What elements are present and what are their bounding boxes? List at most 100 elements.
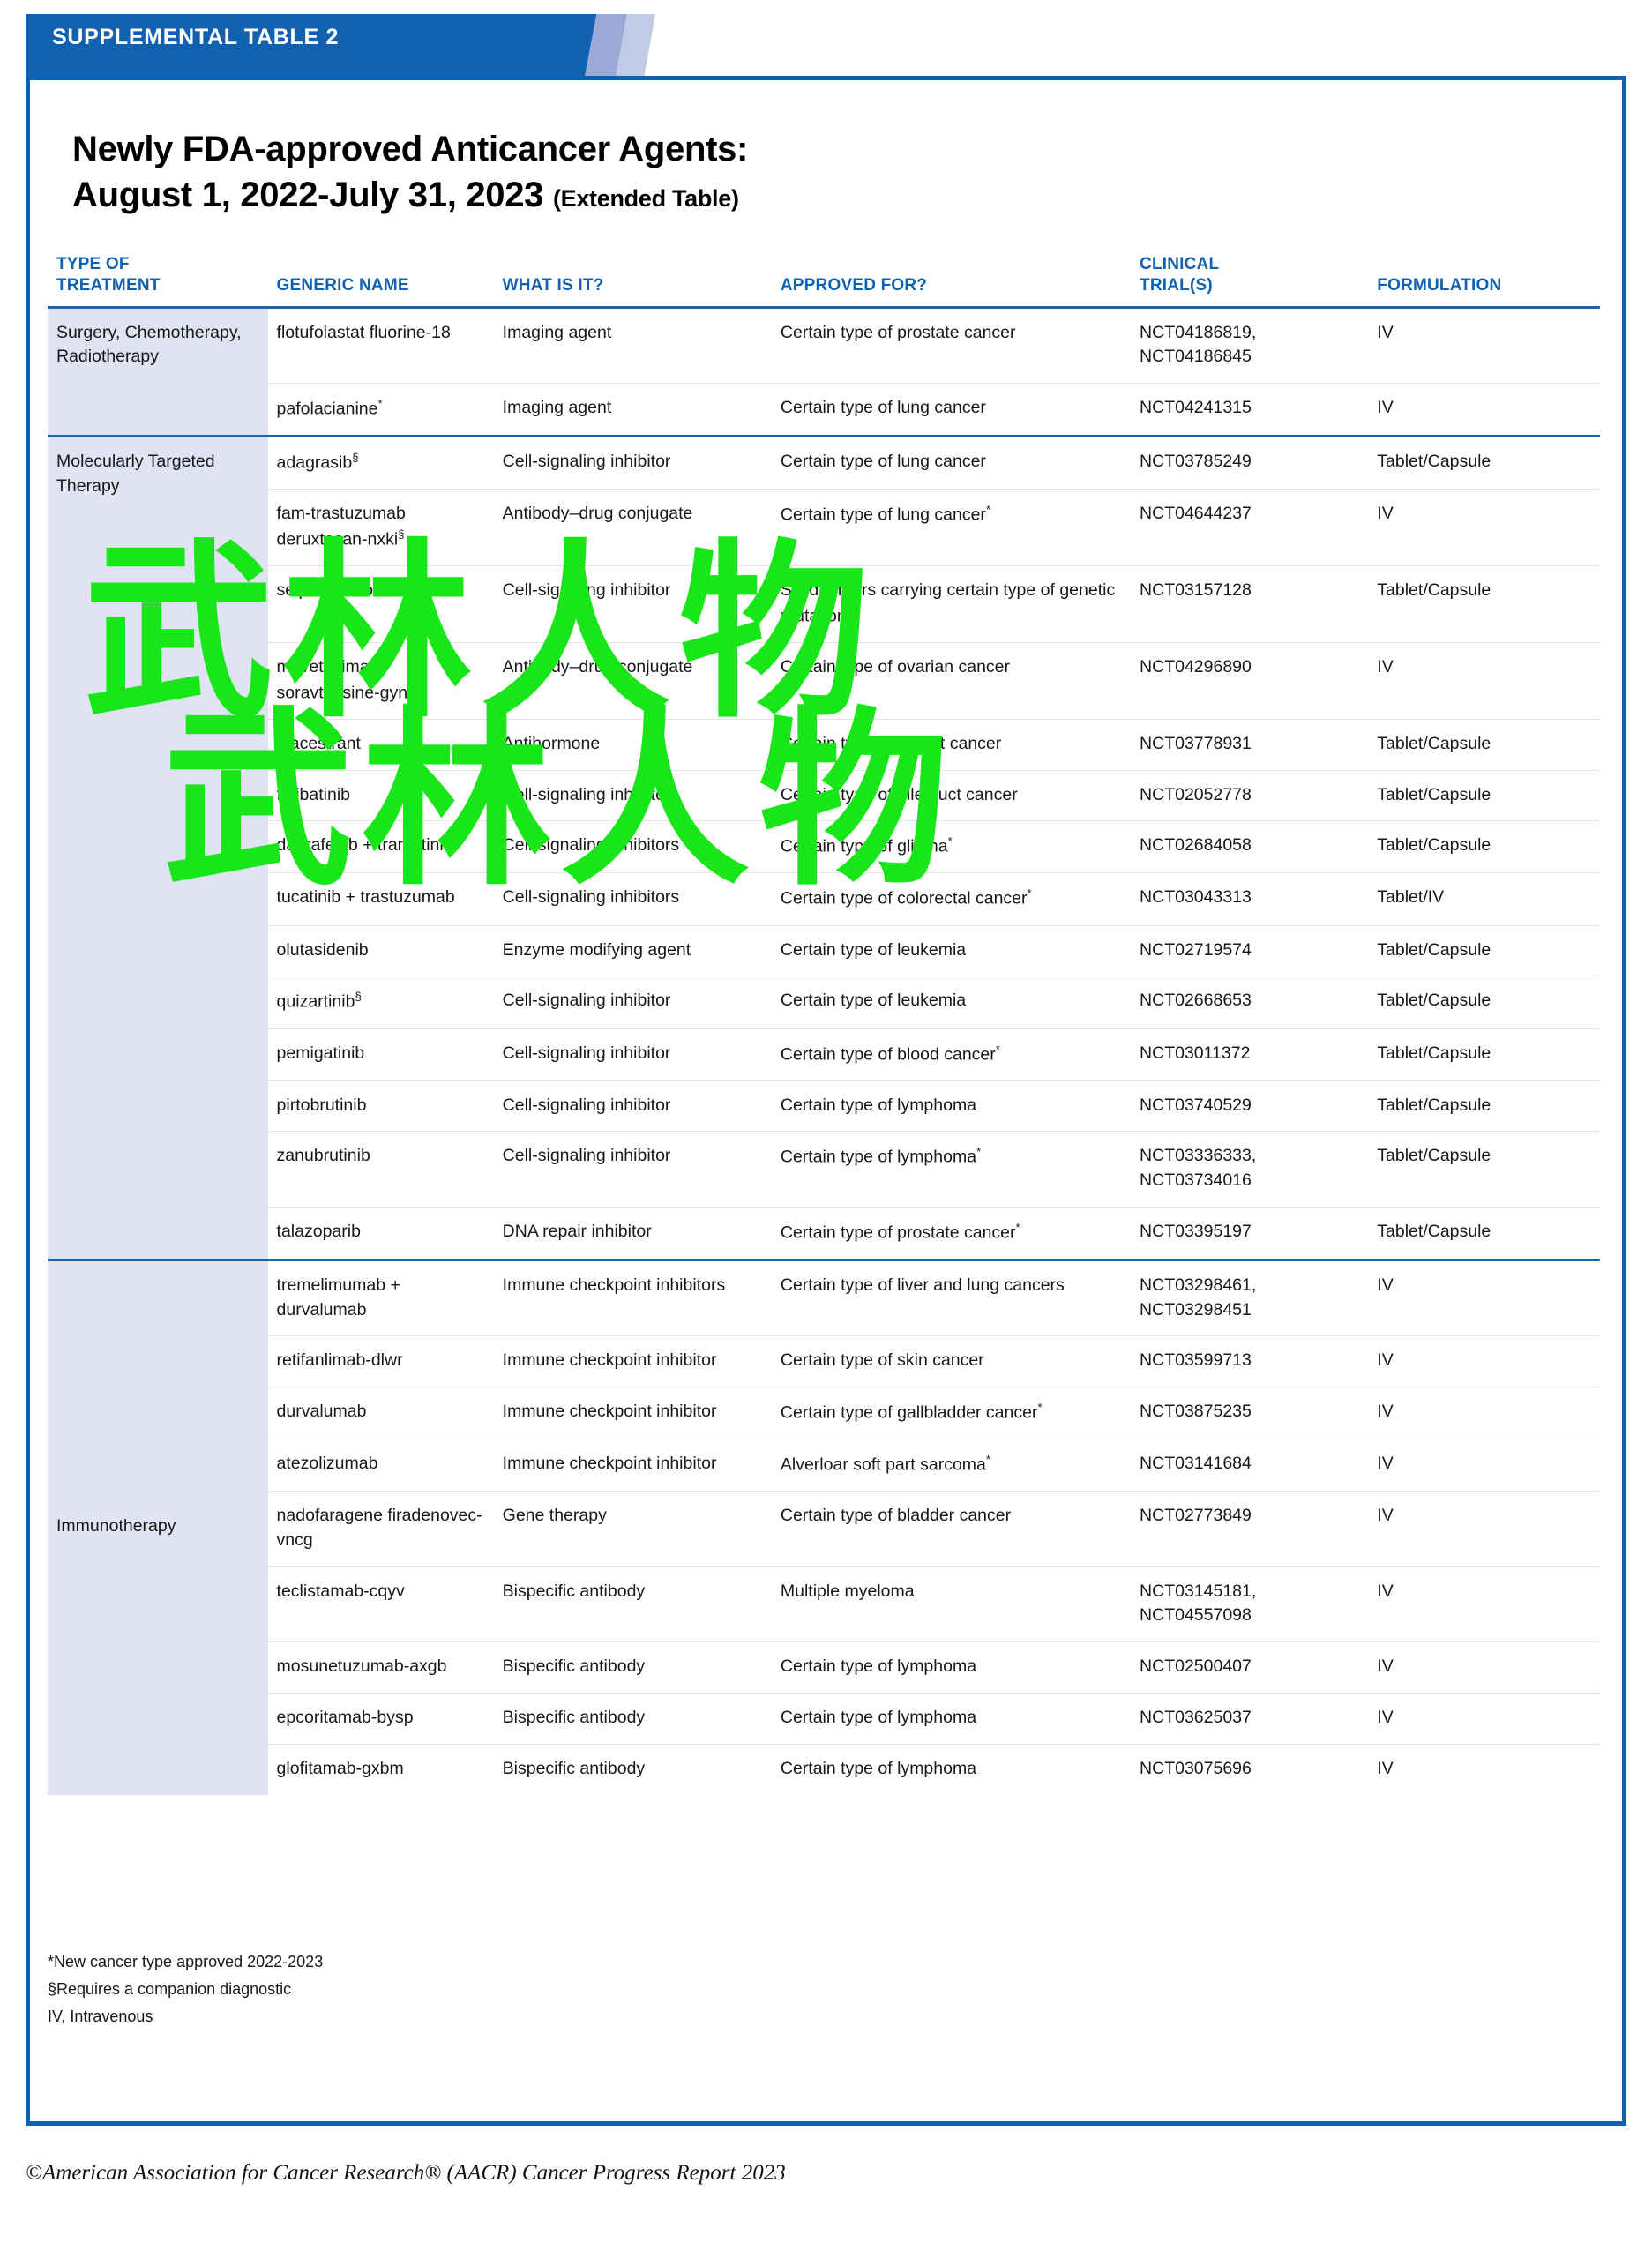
what-is-it-cell: Cell-signaling inhibitor: [493, 1131, 772, 1208]
approved-for-cell: Certain type of lung cancer: [771, 435, 1132, 490]
approved-for-cell: Certain type of lymphoma: [771, 1080, 1132, 1133]
table-row: mosunetuzumab-axgb Bispecific antibody Cer…: [48, 1641, 1600, 1694]
generic-name-cell: flotufolastat fluorine-18: [267, 305, 494, 384]
approved-for-cell: Certain type of bile duct cancer: [771, 770, 1132, 822]
table-row: selpercatinib Cell-signaling inhibitor Sol…: [48, 565, 1600, 643]
table-row: pafolacianine* Imaging agent Certain type …: [48, 383, 1600, 437]
formulation-cell: IV: [1368, 1439, 1600, 1492]
formulation-cell: Tablet/Capsule: [1368, 435, 1600, 490]
clinical-trials-cell: NCT03395197: [1131, 1207, 1369, 1260]
table-row: Molecularly Targeted Therapy adagrasib§ Ce…: [48, 435, 1600, 1260]
approved-for-cell: Certain type of blood cancer*: [771, 1028, 1132, 1081]
formulation-cell: Tablet/Capsule: [1368, 565, 1600, 643]
what-is-it-cell: Enzyme modifying agent: [493, 925, 772, 977]
title-suffix: (Extended Table): [552, 185, 739, 212]
formulation-cell: Tablet/Capsule: [1368, 770, 1600, 822]
col-header-generic-name: GENERIC NAME: [276, 276, 409, 295]
generic-name-cell: pirtobrutinib: [267, 1080, 494, 1133]
formulation-cell: Tablet/Capsule: [1368, 1080, 1600, 1133]
formulation-cell: IV: [1368, 305, 1600, 384]
generic-name-cell: nadofaragene firadenovec-vncg: [267, 1491, 494, 1567]
copyright-line: ©American Association for Cancer Researc…: [26, 2161, 786, 2185]
formulation-cell: IV: [1368, 1335, 1600, 1387]
generic-name-cell: talazoparib: [267, 1207, 494, 1260]
clinical-trials-cell: NCT03599713: [1131, 1335, 1369, 1387]
what-is-it-cell: Cell-signaling inhibitor: [493, 1080, 772, 1133]
formulation-cell: IV: [1368, 1258, 1600, 1337]
title-line-2: August 1, 2022-July 31, 2023 (Extended T…: [72, 172, 1307, 218]
generic-name-cell: zanubrutinib: [267, 1131, 494, 1208]
formulation-cell: IV: [1368, 1641, 1600, 1694]
what-is-it-cell: DNA repair inhibitor: [493, 1207, 772, 1260]
col-header-clinical-trials: CLINICAL TRIAL(S): [1131, 243, 1368, 307]
treatment-category-cell: Molecularly Targeted Therapy: [48, 435, 268, 1260]
approved-for-cell: Certain type of lymphoma: [771, 1641, 1132, 1694]
banner-label: SUPPLEMENTAL TABLE 2: [52, 25, 340, 49]
what-is-it-cell: Imaging agent: [493, 383, 772, 437]
what-is-it-cell: Antihormone: [493, 719, 772, 771]
what-is-it-cell: Cell-signaling inhibitor: [493, 770, 772, 822]
what-is-it-cell: Antibody–drug conjugate: [493, 489, 772, 567]
formulation-cell: IV: [1368, 489, 1600, 567]
generic-name-cell: tucatinib + trastuzumab: [267, 872, 494, 926]
title-daterange: August 1, 2022-July 31, 2023: [72, 176, 544, 214]
generic-name-cell: tremelimumab + durvalumab: [267, 1258, 494, 1337]
approved-for-cell: Certain type of lung cancer: [771, 383, 1132, 437]
generic-name-cell: teclistamab-cqyv: [267, 1566, 494, 1643]
generic-name-cell: mosunetuzumab-axgb: [267, 1641, 494, 1694]
table-body: Surgery, Chemotherapy, Radiotherapy flotu…: [48, 305, 1600, 1795]
approved-for-cell: Certain type of lymphoma: [780, 1758, 977, 1778]
title-line-1: Newly FDA-approved Anticancer Agents:: [72, 130, 749, 168]
formulation-cell: Tablet/Capsule: [1368, 976, 1600, 1029]
formulation-cell: IV: [1368, 642, 1600, 720]
what-is-it-cell: Immune checkpoint inhibitor: [493, 1335, 772, 1387]
formulation-cell: Tablet/Capsule: [1368, 719, 1600, 771]
clinical-trials-cell: NCT03011372: [1131, 1028, 1369, 1081]
table-row: nadofaragene firadenovec-vncg Gene therap…: [48, 1491, 1600, 1567]
approved-for-cell: Certain type of lung cancer*: [771, 489, 1132, 567]
what-is-it-cell: Cell-signaling inhibitor: [493, 976, 772, 1029]
approved-for-cell: Certain type of prostate cancer: [771, 305, 1132, 384]
what-is-it-cell: Gene therapy: [493, 1491, 772, 1567]
table-row: futibatinib Cell-signaling inhibitor Certa…: [48, 770, 1600, 822]
formulation-cell: IV: [1368, 383, 1600, 437]
generic-name-cell: selpercatinib: [267, 565, 494, 643]
approved-for-cell: Certain type of lymphoma: [771, 1693, 1132, 1745]
clinical-trials-cell: NCT02052778: [1131, 770, 1369, 822]
clinical-trials-cell: NCT04644237: [1131, 489, 1369, 567]
generic-name-cell: durvalumab: [267, 1387, 494, 1440]
approved-for-cell: Certain type of gallbladder cancer*: [771, 1387, 1132, 1440]
col-header-type-line2: TREATMENT: [56, 276, 161, 295]
col-header-trials-line1: CLINICAL: [1140, 254, 1220, 273]
approved-for-cell: Certain type of prostate cancer*: [771, 1207, 1132, 1260]
table-row: teclistamab-cqyv Bispecific antibody Multi…: [48, 1566, 1600, 1643]
clinical-trials-cell: NCT02684058: [1131, 820, 1369, 874]
clinical-trials-cell: NCT02500407: [1131, 1641, 1369, 1694]
generic-name-cell: quizartinib§: [267, 976, 494, 1029]
generic-name-cell: dabrafenib + trametinib: [267, 820, 494, 874]
what-is-it-cell: Antibody–drug conjugate: [493, 642, 772, 720]
table-frame: Newly FDA-approved Anticancer Agents: Au…: [26, 76, 1626, 2126]
table-row: pirtobrutinib Cell-signaling inhibitor Cer…: [48, 1080, 1600, 1133]
clinical-trials-cell: NCT03141684: [1131, 1439, 1369, 1492]
generic-name-cell: futibatinib: [267, 770, 494, 822]
what-is-it-cell: Bispecific antibody: [493, 1566, 772, 1643]
approved-for-cell: Certain type of colorectal cancer*: [771, 872, 1132, 926]
table-row: talazoparib DNA repair inhibitor Certain t…: [48, 1207, 1600, 1260]
approved-for-cell: Certain type of liver and lung cancers: [771, 1258, 1132, 1337]
formulation-cell: IV: [1377, 1758, 1394, 1778]
approved-for-cell: Certain type of breast cancer: [771, 719, 1132, 771]
approved-for-cell: Solid tumors carrying certain type of ge…: [771, 565, 1132, 643]
generic-name-cell: olutasidenib: [267, 925, 494, 977]
table-row: dabrafenib + trametinib Cell-signaling in…: [48, 820, 1600, 874]
clinical-trials-cell: NCT03740529: [1131, 1080, 1369, 1133]
clinical-trials-cell: NCT04241315: [1131, 383, 1369, 437]
col-header-trials-line2: TRIAL(S): [1140, 276, 1213, 295]
clinical-trials-cell: NCT03625037: [1131, 1693, 1369, 1745]
generic-name-cell: pafolacianine*: [267, 383, 494, 437]
formulation-cell: IV: [1368, 1387, 1600, 1440]
what-is-it-cell: Immune checkpoint inhibitors: [493, 1258, 772, 1337]
table-row: durvalumab Immune checkpoint inhibitor Cer…: [48, 1387, 1600, 1440]
table-row: quizartinib§ Cell-signaling inhibitor Cert…: [48, 976, 1600, 1029]
clinical-trials-cell: NCT03298461, NCT03298451: [1131, 1258, 1369, 1337]
